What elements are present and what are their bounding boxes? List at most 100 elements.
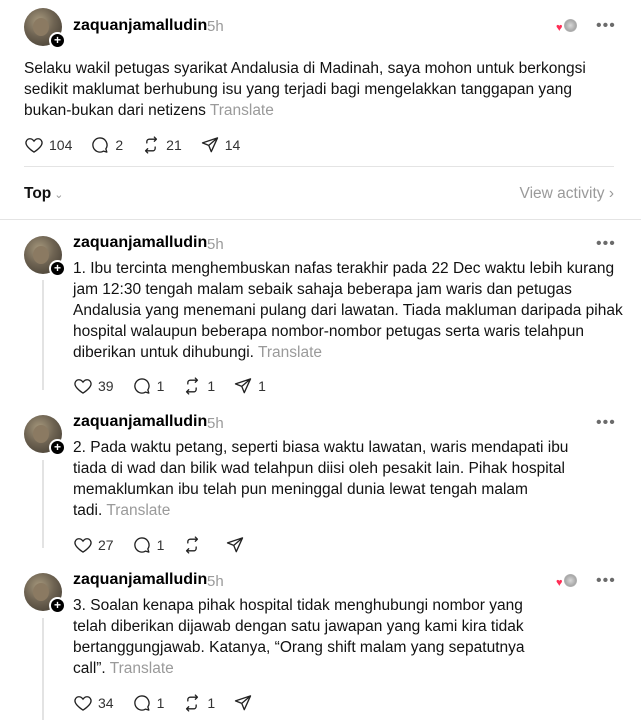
reply-actions: 39 1 1 1	[73, 375, 284, 397]
reply-count: 1	[156, 695, 165, 711]
reply-button[interactable]: 2	[90, 135, 123, 155]
comment-icon	[133, 537, 150, 553]
repost-count: 21	[166, 137, 182, 153]
heart-outline-icon	[74, 379, 92, 394]
heart-icon: ♥	[556, 577, 563, 589]
avatar[interactable]: +	[24, 573, 66, 614]
post-username[interactable]: zaquanjamalludin	[73, 17, 207, 35]
reply-text-line: bertanggungjawab. Katanya, “Orang shift …	[73, 639, 525, 656]
reply-text: 3. Soalan kenapa pihak hospital tidak me…	[73, 595, 525, 679]
reply-text-line: diberikan untuk dihubungi.	[73, 344, 254, 361]
more-options-icon[interactable]: •••	[596, 572, 616, 590]
avatar[interactable]: +	[24, 236, 66, 277]
avatar[interactable]: +	[24, 415, 66, 456]
reply-username[interactable]: zaquanjamalludin	[73, 571, 207, 589]
thread-line	[42, 280, 44, 390]
translate-link[interactable]: Translate	[210, 102, 274, 119]
reply-time: 5h	[207, 573, 224, 590]
thread-line	[42, 618, 44, 720]
follow-plus-icon[interactable]: +	[49, 439, 66, 456]
send-icon	[235, 695, 252, 711]
reply-text-line: Andalusia yang menemani pulang dari lawa…	[73, 302, 623, 319]
reply-text: 2. Pada waktu petang, seperti biasa wakt…	[73, 437, 568, 521]
chevron-right-icon: ›	[608, 185, 614, 202]
repost-icon	[186, 377, 199, 395]
share-button[interactable]	[225, 535, 250, 555]
reply-button[interactable]: 1	[132, 376, 165, 396]
post-actions: 104 2 21 14	[24, 134, 258, 156]
reply-count: 1	[156, 378, 165, 394]
reply-text-line: tadi.	[73, 502, 103, 519]
like-button[interactable]: 34	[73, 693, 114, 713]
share-button[interactable]: 14	[200, 135, 241, 155]
likers-avatars[interactable]: ♥	[556, 573, 580, 591]
reply-username[interactable]: zaquanjamalludin	[73, 234, 207, 252]
sort-label: Top	[24, 185, 52, 202]
repost-icon	[145, 136, 158, 154]
repost-icon	[186, 536, 199, 554]
share-count: 14	[224, 137, 241, 153]
more-options-icon[interactable]: •••	[596, 235, 616, 253]
like-count: 39	[98, 378, 114, 394]
likers-avatars[interactable]: ♥	[556, 18, 580, 36]
translate-link[interactable]: Translate	[110, 660, 174, 677]
divider	[0, 219, 641, 220]
reply-button[interactable]: 1	[132, 535, 165, 555]
repost-button[interactable]	[182, 535, 207, 555]
reply-text: 1. Ibu tercinta menghembuskan nafas tera…	[73, 258, 623, 363]
like-button[interactable]: 39	[73, 376, 114, 396]
sort-dropdown[interactable]: Top ⌄	[24, 185, 63, 203]
reply-time: 5h	[207, 415, 224, 432]
reply-button[interactable]: 1	[132, 693, 165, 713]
avatar[interactable]: +	[24, 8, 66, 49]
reply-text-line: call”.	[73, 660, 106, 677]
send-icon	[235, 378, 252, 394]
post-text-line: Selaku wakil petugas syarikat Andalusia …	[24, 60, 586, 77]
like-count: 104	[49, 137, 73, 153]
reply-text-line: telah diberikan dijawab dengan satu jawa…	[73, 618, 524, 635]
thread-line	[42, 460, 44, 548]
repost-icon	[186, 694, 199, 712]
view-activity-link[interactable]: View activity ›	[520, 185, 614, 203]
translate-link[interactable]: Translate	[258, 344, 322, 361]
divider	[24, 166, 614, 167]
reply-text-line: 1. Ibu tercinta menghembuskan nafas tera…	[73, 260, 615, 277]
repost-button[interactable]: 21	[141, 135, 182, 155]
share-button[interactable]	[233, 693, 258, 713]
replies-header: Top ⌄ View activity ›	[0, 175, 641, 215]
heart-outline-icon	[74, 696, 92, 711]
repost-button[interactable]: 1	[182, 693, 215, 713]
reply-text-line: tiada di wad dan bilik wad telahpun diis…	[73, 460, 566, 477]
reply-actions: 34 1 1	[73, 692, 276, 714]
repost-count: 1	[207, 695, 216, 711]
reply-username[interactable]: zaquanjamalludin	[73, 413, 207, 431]
reply-text-line: 3. Soalan kenapa pihak hospital tidak me…	[73, 597, 523, 614]
translate-link[interactable]: Translate	[106, 502, 170, 519]
more-options-icon[interactable]: •••	[596, 17, 616, 35]
follow-plus-icon[interactable]: +	[49, 260, 66, 277]
repost-count: 1	[207, 378, 216, 394]
comment-icon	[92, 137, 109, 153]
follow-plus-icon[interactable]: +	[49, 32, 66, 49]
reply-count: 1	[156, 537, 165, 553]
more-options-icon[interactable]: •••	[596, 414, 616, 432]
reply-text-line: jam 12:30 tengah malam sebaik sahaja beb…	[73, 281, 572, 298]
heart-outline-icon	[25, 138, 43, 153]
reply-text-line: 2. Pada waktu petang, seperti biasa wakt…	[73, 439, 569, 456]
repost-button[interactable]: 1	[182, 376, 215, 396]
follow-plus-icon[interactable]: +	[49, 597, 66, 614]
post-text: Selaku wakil petugas syarikat Andalusia …	[24, 58, 586, 121]
post-time: 5h	[207, 18, 224, 35]
reply-actions: 27 1	[73, 534, 268, 556]
like-button[interactable]: 104	[24, 135, 72, 155]
share-button[interactable]: 1	[233, 376, 266, 396]
share-count: 1	[258, 378, 266, 394]
heart-icon: ♥	[556, 22, 563, 34]
main-post: + zaquanjamalludin 5h ♥ ••• Selaku wakil…	[0, 0, 641, 175]
like-count: 34	[98, 695, 114, 711]
view-activity-label: View activity	[519, 185, 605, 202]
chevron-down-icon: ⌄	[54, 189, 64, 201]
comment-icon	[133, 378, 150, 394]
reply-count: 2	[115, 137, 124, 153]
like-button[interactable]: 27	[73, 535, 114, 555]
